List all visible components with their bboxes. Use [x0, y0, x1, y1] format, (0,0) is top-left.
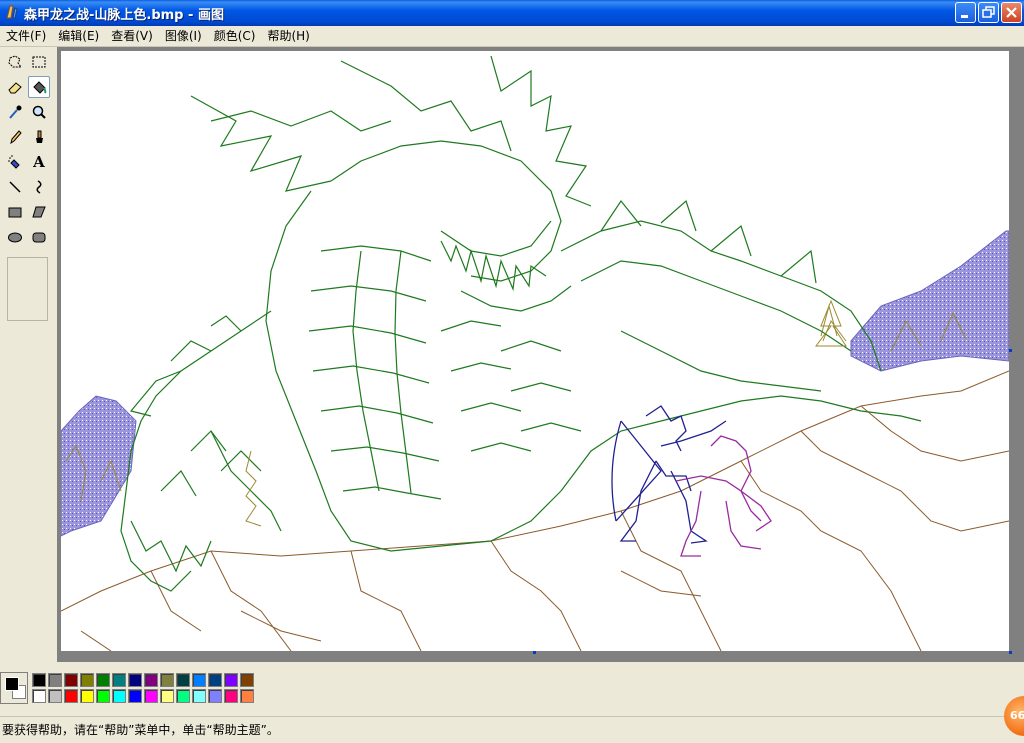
- palette-swatch[interactable]: [80, 689, 94, 703]
- palette-swatch[interactable]: [176, 673, 190, 687]
- palette-swatch[interactable]: [32, 673, 46, 687]
- tool-rectangle[interactable]: [4, 201, 26, 223]
- palette-swatch[interactable]: [208, 689, 222, 703]
- palette-swatch[interactable]: [96, 689, 110, 703]
- right-mountain: [850, 230, 1010, 372]
- restore-button[interactable]: [978, 2, 999, 23]
- palette-swatch[interactable]: [192, 689, 206, 703]
- tool-airbrush[interactable]: [4, 151, 26, 173]
- palette-swatch[interactable]: [144, 689, 158, 703]
- status-bar: 要获得帮助，请在“帮助”菜单中，单击“帮助主题”。: [0, 716, 1024, 743]
- tool-rect-select[interactable]: [28, 51, 50, 73]
- drawing-canvas[interactable]: [60, 51, 1010, 652]
- tool-curve[interactable]: [28, 176, 50, 198]
- text-icon: A: [33, 153, 45, 171]
- palette-swatch[interactable]: [224, 689, 238, 703]
- palette-swatch[interactable]: [176, 689, 190, 703]
- tool-ellipse[interactable]: [4, 226, 26, 248]
- palette-swatch[interactable]: [112, 673, 126, 687]
- palette-swatch[interactable]: [192, 673, 206, 687]
- menu-bar: 文件(F) 编辑(E) 查看(V) 图像(I) 颜色(C) 帮助(H): [0, 26, 1024, 47]
- free-form-select-icon: [8, 55, 22, 68]
- resize-handle-right[interactable]: [1009, 349, 1012, 352]
- palette-swatch[interactable]: [240, 689, 254, 703]
- left-mountain: [60, 395, 137, 537]
- restore-icon: [982, 6, 995, 18]
- palette-swatch[interactable]: [160, 673, 174, 687]
- pencil-icon: [10, 130, 22, 145]
- tool-magnifier[interactable]: [28, 101, 50, 123]
- palette-swatch[interactable]: [128, 689, 142, 703]
- polygon-icon: [32, 206, 46, 218]
- palette-swatch[interactable]: [240, 673, 254, 687]
- palette-swatch[interactable]: [32, 689, 46, 703]
- palette-swatch[interactable]: [160, 689, 174, 703]
- tool-box: A: [0, 47, 56, 662]
- tool-pencil[interactable]: [4, 126, 26, 148]
- tool-brush[interactable]: [28, 126, 50, 148]
- resize-handle-bottom[interactable]: [533, 651, 536, 654]
- window-title: 森甲龙之战-山脉上色.bmp - 画图: [24, 8, 224, 23]
- status-help-text: 要获得帮助，请在“帮助”菜单中，单击“帮助主题”。: [2, 723, 279, 737]
- tool-options-panel[interactable]: [7, 257, 48, 321]
- tool-free-form-select[interactable]: [4, 51, 26, 73]
- resize-handle-corner[interactable]: [1009, 651, 1012, 654]
- foreground-color[interactable]: [5, 677, 19, 691]
- tool-fill-bucket[interactable]: [28, 76, 50, 98]
- menu-help[interactable]: 帮助(H): [261, 26, 315, 46]
- color-palette: [0, 662, 1024, 716]
- tool-eraser[interactable]: [4, 76, 26, 98]
- menu-image[interactable]: 图像(I): [159, 26, 208, 46]
- airbrush-icon: [8, 155, 20, 169]
- fill-bucket-icon: [33, 81, 47, 94]
- palette-swatch[interactable]: [48, 673, 62, 687]
- tool-text[interactable]: A: [28, 151, 50, 173]
- ellipse-icon: [8, 232, 22, 243]
- rounded-rect-icon: [32, 232, 46, 243]
- curve-icon: [36, 180, 42, 194]
- minimize-icon: [961, 15, 968, 18]
- current-colors[interactable]: [0, 672, 28, 704]
- tool-line[interactable]: [4, 176, 26, 198]
- title-bar: 森甲龙之战-山脉上色.bmp - 画图: [0, 0, 1024, 26]
- rect-select-icon: [32, 56, 46, 68]
- tool-pick-color[interactable]: [4, 101, 26, 123]
- tool-rounded-rect[interactable]: [28, 226, 50, 248]
- tool-polygon[interactable]: [28, 201, 50, 223]
- brush-icon: [36, 130, 43, 143]
- palette-swatch[interactable]: [64, 689, 78, 703]
- canvas-scroll-area[interactable]: [57, 47, 1024, 662]
- palette-swatch[interactable]: [96, 673, 110, 687]
- palette-swatch[interactable]: [144, 673, 158, 687]
- menu-edit[interactable]: 编辑(E): [52, 26, 105, 46]
- palette-swatch[interactable]: [48, 689, 62, 703]
- artwork: [60, 55, 1010, 652]
- paint-app-icon: [6, 5, 18, 19]
- rectangle-icon: [8, 207, 22, 218]
- palette-swatch[interactable]: [80, 673, 94, 687]
- palette-swatch[interactable]: [208, 673, 222, 687]
- magnifier-icon: [32, 105, 46, 119]
- menu-file[interactable]: 文件(F): [0, 26, 52, 46]
- pick-color-icon: [9, 105, 22, 119]
- close-icon: [1006, 7, 1017, 18]
- palette-swatch[interactable]: [224, 673, 238, 687]
- minimize-button[interactable]: [955, 2, 976, 23]
- menu-colors[interactable]: 颜色(C): [208, 26, 262, 46]
- close-button[interactable]: [1001, 2, 1022, 23]
- palette-swatch[interactable]: [112, 689, 126, 703]
- palette-swatch[interactable]: [128, 673, 142, 687]
- eraser-icon: [8, 82, 22, 94]
- line-icon: [9, 181, 21, 193]
- palette-swatch[interactable]: [64, 673, 78, 687]
- menu-view[interactable]: 查看(V): [105, 26, 159, 46]
